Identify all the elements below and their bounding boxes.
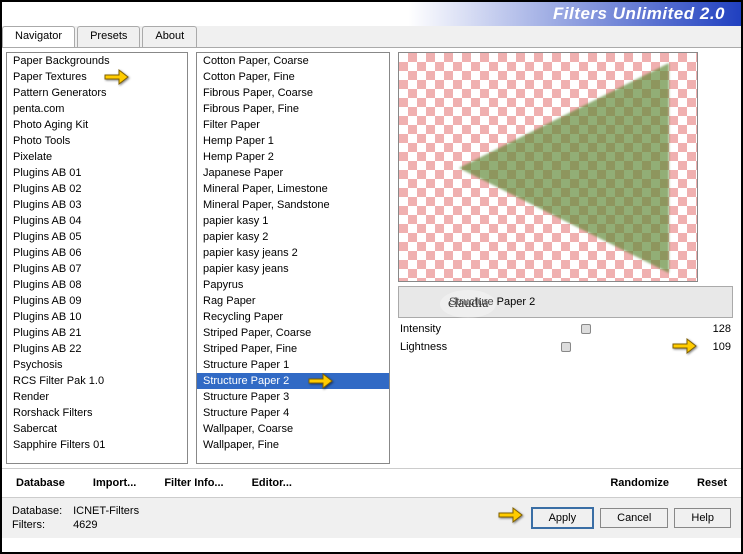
main-area: Paper BackgroundsPaper TexturesPattern G…	[2, 48, 741, 468]
filter-list[interactable]: Cotton Paper, CoarseCotton Paper, FineFi…	[196, 52, 390, 464]
footer-info: Database: ICNET-Filters Filters: 4629	[12, 504, 525, 532]
category-item[interactable]: RCS Filter Pak 1.0	[7, 373, 187, 389]
filter-item[interactable]: papier kasy 2	[197, 229, 389, 245]
filter-info-button[interactable]: Filter Info...	[160, 475, 227, 491]
tab-presets[interactable]: Presets	[77, 26, 140, 47]
category-item[interactable]: Plugins AB 22	[7, 341, 187, 357]
filter-item[interactable]: Structure Paper 2	[197, 373, 389, 389]
category-item[interactable]: Rorshack Filters	[7, 405, 187, 421]
slider-lightness[interactable]: Lightness 109	[398, 338, 733, 356]
filter-item[interactable]: Structure Paper 3	[197, 389, 389, 405]
filter-item[interactable]: Wallpaper, Fine	[197, 437, 389, 453]
editor-button[interactable]: Editor...	[248, 475, 296, 491]
category-item[interactable]: Paper Textures	[7, 69, 187, 85]
slider-track[interactable]	[460, 322, 701, 336]
pointer-icon	[497, 505, 523, 525]
category-item[interactable]: Plugins AB 01	[7, 165, 187, 181]
category-item[interactable]: Plugins AB 08	[7, 277, 187, 293]
cancel-button[interactable]: Cancel	[600, 508, 668, 528]
category-item[interactable]: Plugins AB 05	[7, 229, 187, 245]
pointer-icon	[103, 67, 129, 87]
category-item[interactable]: Paper Backgrounds	[7, 53, 187, 69]
import-button[interactable]: Import...	[89, 475, 140, 491]
preview-image	[398, 52, 698, 282]
filter-item[interactable]: Mineral Paper, Sandstone	[197, 197, 389, 213]
filter-item[interactable]: Hemp Paper 2	[197, 149, 389, 165]
slider-value: 128	[701, 323, 731, 335]
tab-navigator[interactable]: Navigator	[2, 26, 75, 47]
slider-label: Intensity	[400, 323, 460, 335]
category-item[interactable]: Plugins AB 07	[7, 261, 187, 277]
preview-shape	[459, 63, 669, 273]
slider-thumb[interactable]	[561, 342, 571, 352]
category-list[interactable]: Paper BackgroundsPaper TexturesPattern G…	[6, 52, 188, 464]
tab-about[interactable]: About	[142, 26, 197, 47]
pointer-icon	[307, 371, 333, 391]
tab-bar: NavigatorPresetsAbout	[2, 26, 741, 48]
toolbar-row: Database Import... Filter Info... Editor…	[2, 468, 741, 498]
category-item[interactable]: Psychosis	[7, 357, 187, 373]
slider-thumb[interactable]	[581, 324, 591, 334]
category-item[interactable]: Plugins AB 04	[7, 213, 187, 229]
category-item[interactable]: Plugins AB 21	[7, 325, 187, 341]
filter-item[interactable]: Rag Paper	[197, 293, 389, 309]
filter-item[interactable]: Wallpaper, Coarse	[197, 421, 389, 437]
db-label: Database:	[12, 504, 70, 518]
category-item[interactable]: Sabercat	[7, 421, 187, 437]
category-item[interactable]: Pattern Generators	[7, 85, 187, 101]
filter-item[interactable]: Cotton Paper, Fine	[197, 69, 389, 85]
pointer-icon	[671, 336, 697, 356]
filter-item[interactable]: Japanese Paper	[197, 165, 389, 181]
category-item[interactable]: Plugins AB 06	[7, 245, 187, 261]
category-item[interactable]: Plugins AB 09	[7, 293, 187, 309]
filter-item[interactable]: papier kasy jeans 2	[197, 245, 389, 261]
category-item[interactable]: Photo Tools	[7, 133, 187, 149]
category-item[interactable]: Pixelate	[7, 149, 187, 165]
filter-item[interactable]: Striped Paper, Fine	[197, 341, 389, 357]
filter-item[interactable]: Mineral Paper, Limestone	[197, 181, 389, 197]
category-item[interactable]: penta.com	[7, 101, 187, 117]
filter-item[interactable]: Fibrous Paper, Coarse	[197, 85, 389, 101]
category-item[interactable]: Photo Aging Kit	[7, 117, 187, 133]
filter-item[interactable]: Filter Paper	[197, 117, 389, 133]
reset-button[interactable]: Reset	[693, 475, 731, 491]
app-title: Filters Unlimited 2.0	[553, 4, 725, 24]
filter-item[interactable]: Structure Paper 1	[197, 357, 389, 373]
filter-item[interactable]: Hemp Paper 1	[197, 133, 389, 149]
footer: Database: ICNET-Filters Filters: 4629 Ap…	[2, 498, 741, 538]
filter-item[interactable]: papier kasy jeans	[197, 261, 389, 277]
slider-label: Lightness	[400, 341, 460, 353]
category-item[interactable]: Plugins AB 03	[7, 197, 187, 213]
filter-item[interactable]: Cotton Paper, Coarse	[197, 53, 389, 69]
category-item[interactable]: Render	[7, 389, 187, 405]
randomize-button[interactable]: Randomize	[606, 475, 673, 491]
filter-item[interactable]: Fibrous Paper, Fine	[197, 101, 389, 117]
slider-track[interactable]	[460, 340, 701, 354]
filter-item[interactable]: Structure Paper 4	[197, 405, 389, 421]
filter-item[interactable]: Recycling Paper	[197, 309, 389, 325]
slider-value: 109	[701, 341, 731, 353]
filter-item[interactable]: Papyrus	[197, 277, 389, 293]
category-item[interactable]: Plugins AB 02	[7, 181, 187, 197]
header: Filters Unlimited 2.0	[2, 2, 741, 26]
help-button[interactable]: Help	[674, 508, 731, 528]
category-item[interactable]: Sapphire Filters 01	[7, 437, 187, 453]
filter-item[interactable]: Striped Paper, Coarse	[197, 325, 389, 341]
db-value: ICNET-Filters	[73, 505, 139, 517]
preview-panel: Structure Paper 2 Intensity128Lightness1…	[394, 48, 741, 468]
database-button[interactable]: Database	[12, 475, 69, 491]
watermark: claudia	[440, 290, 496, 318]
filters-value: 4629	[73, 519, 97, 531]
filter-item[interactable]: papier kasy 1	[197, 213, 389, 229]
apply-button[interactable]: Apply	[531, 507, 595, 529]
filters-label: Filters:	[12, 518, 70, 532]
category-item[interactable]: Plugins AB 10	[7, 309, 187, 325]
